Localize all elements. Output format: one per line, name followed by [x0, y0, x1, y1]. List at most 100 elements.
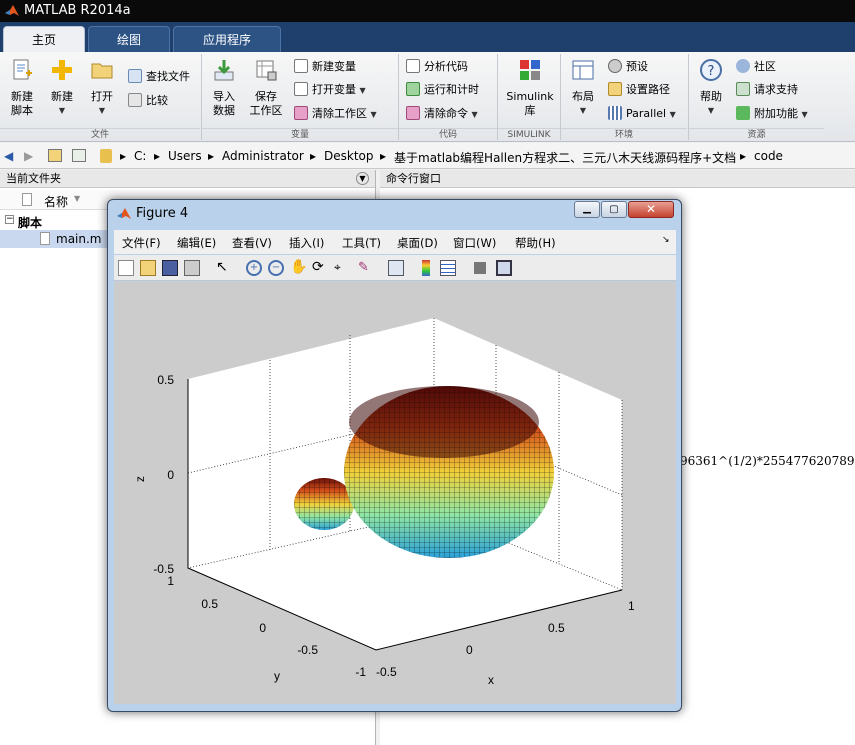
breadcrumb-desktop[interactable]: Desktop: [324, 149, 374, 163]
parallel-label: Parallel: [626, 107, 667, 120]
pointer-icon[interactable]: ↖: [216, 260, 232, 276]
run-and-time-button[interactable]: 运行和计时: [406, 81, 479, 99]
menu-edit[interactable]: 编辑(E): [177, 235, 216, 251]
zoom-in-icon[interactable]: +: [246, 260, 262, 276]
find-files-icon: [128, 69, 142, 83]
open-variable-button[interactable]: 打开变量 ▼: [294, 81, 366, 99]
find-files-button[interactable]: 查找文件: [128, 68, 190, 86]
figure-window[interactable]: Figure 4 ▁ ▢ ✕ 文件(F) 编辑(E) 查看(V) 插入(I) 工…: [107, 199, 682, 712]
clear-workspace-button[interactable]: 清除工作区 ▼: [294, 105, 377, 123]
menu-help[interactable]: 帮助(H): [515, 235, 556, 251]
request-support-button[interactable]: 请求支持: [736, 81, 798, 99]
compare-button[interactable]: 比较: [128, 92, 168, 110]
set-path-button[interactable]: 设置路径: [608, 81, 670, 99]
breadcrumb-drive[interactable]: C:: [134, 149, 146, 163]
menu-insert[interactable]: 插入(I): [289, 235, 324, 251]
x-tick: 1: [628, 599, 635, 613]
data-cursor-icon[interactable]: ⌖: [334, 260, 350, 276]
menu-tools[interactable]: 工具(T): [342, 235, 381, 251]
new-button[interactable]: 新建 ▼: [44, 58, 80, 118]
tab-apps[interactable]: 应用程序: [173, 26, 281, 52]
folder-icon: [91, 63, 113, 79]
section-variable: 变量: [202, 128, 398, 142]
list-item[interactable]: main.m: [0, 230, 110, 248]
open-icon[interactable]: [140, 260, 156, 276]
community-button[interactable]: 社区: [736, 58, 776, 76]
community-icon: [736, 59, 750, 73]
legend-icon[interactable]: [440, 260, 456, 276]
tab-home[interactable]: 主页: [3, 26, 85, 52]
save-workspace-button[interactable]: 保存 工作区: [246, 58, 286, 118]
breadcrumb-administrator[interactable]: Administrator: [222, 149, 304, 163]
back-icon[interactable]: ◀: [4, 149, 13, 163]
breadcrumb-separator: ▸: [154, 149, 161, 163]
matlab-logo-icon: [5, 5, 19, 16]
run-time-icon: [406, 82, 420, 96]
plot-area[interactable]: 0.5 0 -0.5 z 1 0.5 0 -0.5 -1 y -0.5 0 0.…: [114, 282, 676, 704]
layout-button[interactable]: 布局 ▼: [566, 58, 600, 118]
import-icon: [214, 60, 234, 81]
window-title: MATLAB R2014a: [24, 3, 131, 18]
new-variable-button[interactable]: 新建变量: [294, 58, 356, 76]
section-simulink: SIMULINK: [498, 128, 560, 142]
open-label: 打开: [91, 90, 113, 103]
clear-commands-button[interactable]: 清除命令 ▼: [406, 105, 478, 123]
dock-icon[interactable]: [496, 260, 512, 276]
preferences-button[interactable]: 预设: [608, 58, 648, 76]
layout-icon: [572, 60, 594, 80]
section-resources: 资源: [689, 128, 824, 142]
column-name[interactable]: 名称: [44, 193, 68, 210]
chevron-down-icon: ▼: [359, 86, 366, 95]
import-data-button[interactable]: 导入 数据: [206, 58, 242, 118]
link-icon[interactable]: [388, 260, 404, 276]
x-tick: 0.5: [548, 621, 565, 635]
collapse-icon[interactable]: −: [5, 215, 14, 224]
figure-toolbar: ↖ + − ✋ ⟳ ⌖ ✎: [114, 255, 676, 281]
minimize-button[interactable]: ▁: [574, 201, 600, 218]
colorbar-icon[interactable]: [422, 260, 430, 276]
rotate-icon[interactable]: ⟳: [312, 260, 328, 276]
menu-window[interactable]: 窗口(W): [453, 235, 496, 251]
analyze-code-button[interactable]: 分析代码: [406, 58, 468, 76]
menu-arrow-icon[interactable]: ↘: [662, 235, 670, 245]
menu-file[interactable]: 文件(F): [122, 235, 161, 251]
hide-tools-icon[interactable]: [474, 262, 486, 274]
save-icon[interactable]: [162, 260, 178, 276]
axes-3d[interactable]: 0.5 0 -0.5 z 1 0.5 0 -0.5 -1 y -0.5 0 0.…: [114, 282, 676, 704]
chevron-down-icon: ▼: [801, 110, 808, 119]
close-button[interactable]: ✕: [628, 201, 674, 218]
section-code: 代码: [399, 128, 497, 142]
pan-icon[interactable]: ✋: [290, 260, 307, 276]
breadcrumb-code[interactable]: code: [754, 149, 783, 163]
brush-icon[interactable]: ✎: [358, 260, 374, 276]
z-axis-label: z: [133, 476, 147, 482]
breadcrumb-project[interactable]: 基于matlab编程Hallen方程求二、三元八木天线源码程序+文档: [394, 149, 736, 166]
tab-plots[interactable]: 绘图: [88, 26, 170, 52]
breadcrumb-separator: ▸: [310, 149, 317, 163]
breadcrumb-users[interactable]: Users: [168, 149, 202, 163]
forward-icon[interactable]: ▶: [24, 149, 33, 163]
compare-icon: [128, 93, 142, 107]
eraser-icon: [406, 106, 420, 120]
z-tick: 0.5: [157, 373, 174, 387]
chevron-down-icon: ▼: [579, 106, 587, 115]
menu-view[interactable]: 查看(V): [232, 235, 272, 251]
analyze-code-icon: [406, 59, 420, 73]
new-figure-icon[interactable]: [118, 260, 134, 276]
simulink-library-button[interactable]: Simulink 库: [502, 58, 558, 118]
menu-desktop[interactable]: 桌面(D): [397, 235, 438, 251]
new-script-button[interactable]: 新建 脚本: [4, 58, 40, 118]
m-file-icon: [40, 232, 50, 245]
print-icon[interactable]: [184, 260, 200, 276]
addons-button[interactable]: 附加功能 ▼: [736, 105, 808, 123]
parallel-button[interactable]: Parallel ▼: [608, 105, 676, 123]
compare-label: 比较: [146, 94, 168, 107]
browse-folder-icon[interactable]: [72, 149, 86, 162]
simulink-icon: [520, 60, 540, 80]
open-button[interactable]: 打开 ▼: [84, 58, 120, 118]
help-button[interactable]: ? 帮助 ▼: [694, 58, 728, 118]
panel-menu-icon[interactable]: ▼: [356, 172, 369, 185]
maximize-button[interactable]: ▢: [601, 201, 627, 218]
zoom-out-icon[interactable]: −: [268, 260, 284, 276]
up-folder-icon[interactable]: [48, 149, 62, 162]
